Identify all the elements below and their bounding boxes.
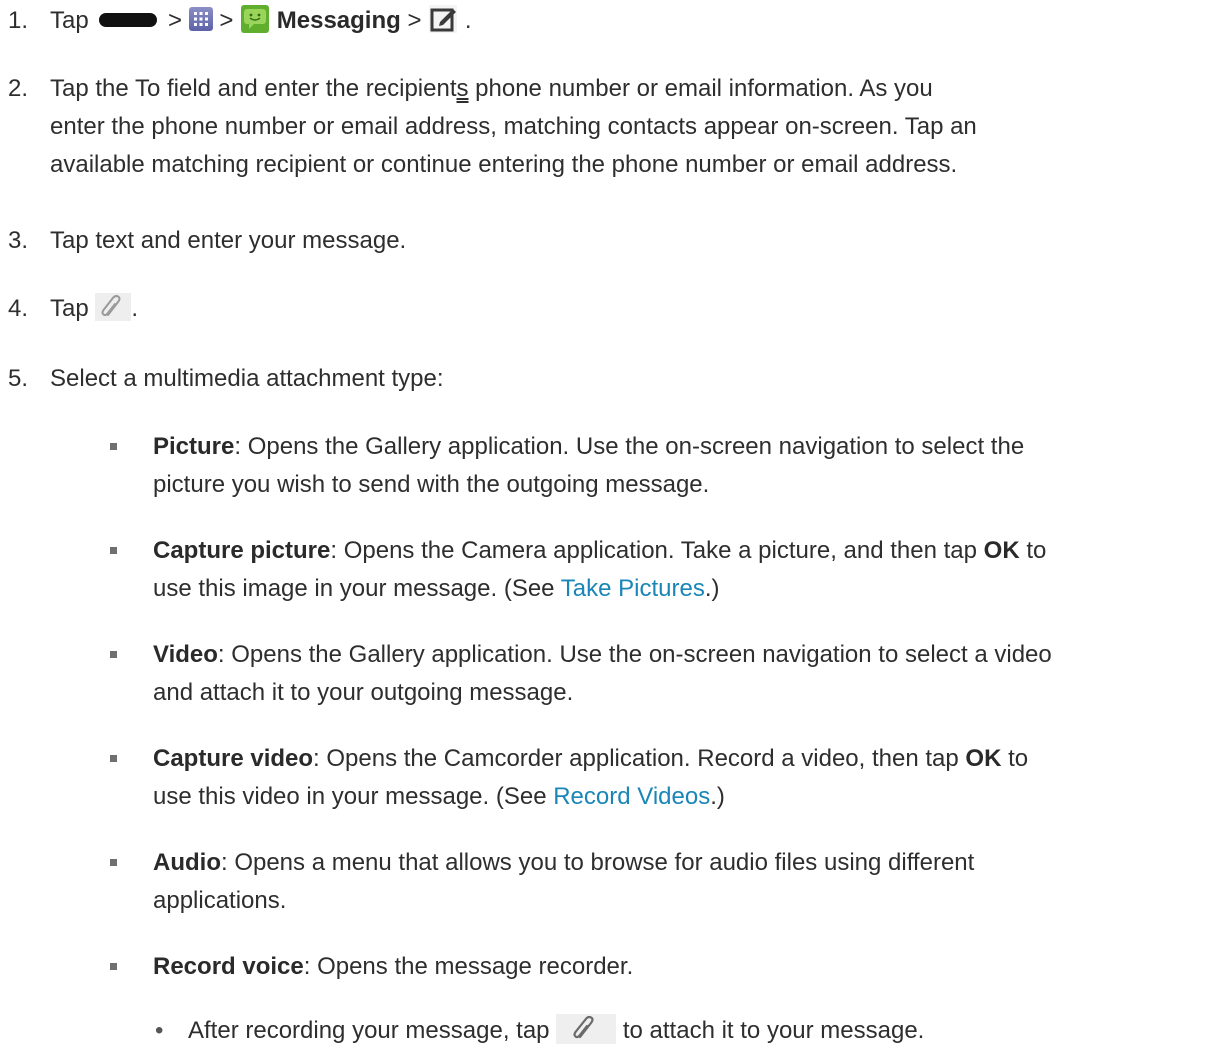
bullet-mark [110, 755, 117, 762]
bullet-text: Capture video: Opens the Camcorder appli… [153, 745, 1029, 810]
paperclip-icon[interactable] [95, 292, 132, 321]
record-videos-link[interactable]: Record Videos [553, 783, 710, 810]
step-number: 5. [8, 365, 29, 392]
home-key-icon[interactable] [99, 12, 158, 27]
compose-icon[interactable] [428, 4, 458, 34]
step-text: Tap text and enter your message. [50, 227, 407, 254]
apps-grid-icon[interactable] [188, 6, 213, 31]
bullet-mark [110, 443, 117, 450]
bullet-text: Picture: Opens the Gallery application. … [153, 433, 1025, 498]
step-number: 4. [8, 295, 29, 322]
bullet-text: Capture picture: Opens the Camera applic… [153, 537, 1047, 602]
bullet-mark [110, 547, 117, 554]
step-text: Tap the To field and enter the recipient… [50, 75, 977, 178]
step-text: Tap > > Messaging > . [50, 2, 1200, 40]
step-number: 1. [8, 7, 29, 34]
sub-bullet-mark: • [155, 1017, 164, 1044]
instruction-page: 1. Tap > > Messaging > . 2. Tap the To f… [0, 0, 1215, 1059]
paperclip-icon[interactable] [556, 1013, 617, 1044]
step-text: Tap . [50, 290, 1200, 328]
bullet-mark [110, 651, 117, 658]
step-text: Select a multimedia attachment type: [50, 365, 444, 392]
bullet-mark [110, 963, 117, 970]
bullet-text: Audio: Opens a menu that allows you to b… [153, 849, 975, 914]
take-pictures-link[interactable]: Take Pictures [561, 575, 705, 602]
bullet-text: Record voice: Opens the message recorder… [153, 953, 634, 980]
messaging-app-icon[interactable] [240, 4, 270, 34]
bullet-mark [110, 859, 117, 866]
step-number: 3. [8, 227, 29, 254]
sub-bullet-text: After recording your message, tap to att… [188, 1012, 1208, 1050]
step-number: 2. [8, 75, 29, 102]
bullet-text: Video: Opens the Gallery application. Us… [153, 641, 1052, 706]
